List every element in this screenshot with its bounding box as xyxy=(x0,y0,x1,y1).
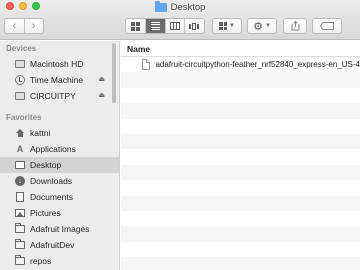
sidebar: Devices Macintosh HD Time Machine ⏏ CIRC… xyxy=(0,41,120,270)
column-header-name[interactable]: Name xyxy=(121,41,360,57)
folder-icon xyxy=(15,239,25,250)
arrange-button[interactable]: ▼ xyxy=(212,18,242,34)
folder-icon xyxy=(15,255,25,266)
empty-row xyxy=(121,72,360,88)
eject-icon[interactable]: ⏏ xyxy=(98,91,105,99)
folder-icon xyxy=(154,1,167,12)
file-list: Name adafruit-circuitpython-feather_nrf5… xyxy=(121,41,360,270)
sidebar-item-applications[interactable]: A Applications xyxy=(0,141,119,157)
sidebar-item-label: Desktop xyxy=(30,160,62,170)
sidebar-item-label: Applications xyxy=(30,144,76,154)
column-view-icon xyxy=(169,22,180,30)
sidebar-item-label: Downloads xyxy=(30,176,73,186)
icon-view-icon xyxy=(130,21,140,31)
empty-row xyxy=(121,180,360,195)
empty-row xyxy=(121,133,360,150)
empty-row xyxy=(121,226,360,242)
tag-icon xyxy=(320,22,334,30)
window-title: Desktop xyxy=(0,1,360,13)
empty-row xyxy=(121,257,360,270)
pictures-icon xyxy=(15,208,25,218)
icon-view-button[interactable] xyxy=(126,19,145,33)
window-title-text: Desktop xyxy=(170,2,206,13)
applications-icon: A xyxy=(16,144,24,154)
sidebar-section-favorites: Favorites xyxy=(6,113,42,122)
sidebar-item-downloads[interactable]: ↓ Downloads xyxy=(0,173,119,189)
list-view-button[interactable] xyxy=(144,19,165,33)
sidebar-item-label: CIRCUITPY xyxy=(30,91,76,101)
empty-row xyxy=(121,195,360,211)
sidebar-item-circuitpy[interactable]: CIRCUITPY ⏏ xyxy=(0,88,119,104)
time-machine-icon xyxy=(15,75,25,85)
sidebar-item-desktop[interactable]: Desktop xyxy=(0,157,119,173)
eject-icon[interactable]: ⏏ xyxy=(98,75,105,83)
arrange-icon xyxy=(219,22,228,30)
share-icon xyxy=(291,21,299,31)
sidebar-item-macintosh-hd[interactable]: Macintosh HD xyxy=(0,56,119,72)
forward-icon: › xyxy=(31,20,36,32)
back-button[interactable]: ‹ xyxy=(5,19,24,33)
external-disk-icon xyxy=(15,91,25,101)
cover-flow-icon xyxy=(189,22,200,30)
documents-icon xyxy=(15,192,25,202)
sidebar-item-label: Adafruit Images xyxy=(30,224,90,234)
folder-icon xyxy=(15,223,25,234)
empty-row xyxy=(121,103,360,119)
view-mode-selector xyxy=(125,18,205,34)
empty-row xyxy=(121,149,360,164)
table-row[interactable]: adafruit-circuitpython-feather_nrf52840_… xyxy=(121,57,360,72)
action-button[interactable]: ⚙ ▼ xyxy=(247,18,277,34)
sidebar-item-adafruit-images[interactable]: Adafruit Images xyxy=(0,221,119,237)
home-icon xyxy=(15,128,25,138)
sidebar-item-repos[interactable]: repos xyxy=(0,253,119,269)
share-button[interactable] xyxy=(283,18,307,34)
back-icon: ‹ xyxy=(12,20,17,32)
sidebar-item-label: Macintosh HD xyxy=(30,59,84,69)
sidebar-item-time-machine[interactable]: Time Machine ⏏ xyxy=(0,72,119,88)
sidebar-item-label: kattni xyxy=(30,128,51,138)
hard-disk-icon xyxy=(15,59,25,69)
empty-row xyxy=(121,242,360,257)
toolbar: Desktop ‹ › ▼ ⚙ ▼ xyxy=(0,0,360,40)
sidebar-item-kattni[interactable]: kattni xyxy=(0,125,119,141)
sidebar-item-label: Time Machine xyxy=(30,75,84,85)
sidebar-item-label: Pictures xyxy=(30,208,61,218)
empty-row xyxy=(121,211,360,226)
file-name: adafruit-circuitpython-feather_nrf52840_… xyxy=(155,60,360,70)
sidebar-item-label: repos xyxy=(30,256,52,266)
navigation-buttons: ‹ › xyxy=(4,18,44,34)
file-rows: adafruit-circuitpython-feather_nrf52840_… xyxy=(121,57,360,270)
chevron-down-icon: ▼ xyxy=(229,23,235,29)
column-header-label: Name xyxy=(127,43,151,54)
downloads-icon: ↓ xyxy=(15,176,25,186)
sidebar-item-adafruitdev[interactable]: AdafruitDev xyxy=(0,237,119,253)
empty-row xyxy=(121,88,360,103)
gear-icon: ⚙ xyxy=(253,20,263,33)
sidebar-item-label: Documents xyxy=(30,192,73,202)
chevron-down-icon: ▼ xyxy=(264,23,271,29)
list-view-icon xyxy=(150,22,160,30)
empty-row xyxy=(121,164,360,181)
desktop-icon xyxy=(15,160,25,170)
cover-flow-button[interactable] xyxy=(184,19,204,33)
forward-button[interactable]: › xyxy=(23,19,44,33)
sidebar-section-devices: Devices xyxy=(6,44,37,53)
sidebar-item-documents[interactable]: Documents xyxy=(0,189,119,205)
document-icon xyxy=(142,59,151,71)
sidebar-item-pictures[interactable]: Pictures xyxy=(0,205,119,221)
sidebar-item-label: AdafruitDev xyxy=(30,240,75,250)
empty-row xyxy=(121,119,360,134)
edit-tags-button[interactable] xyxy=(312,18,342,34)
column-view-button[interactable] xyxy=(164,19,185,33)
